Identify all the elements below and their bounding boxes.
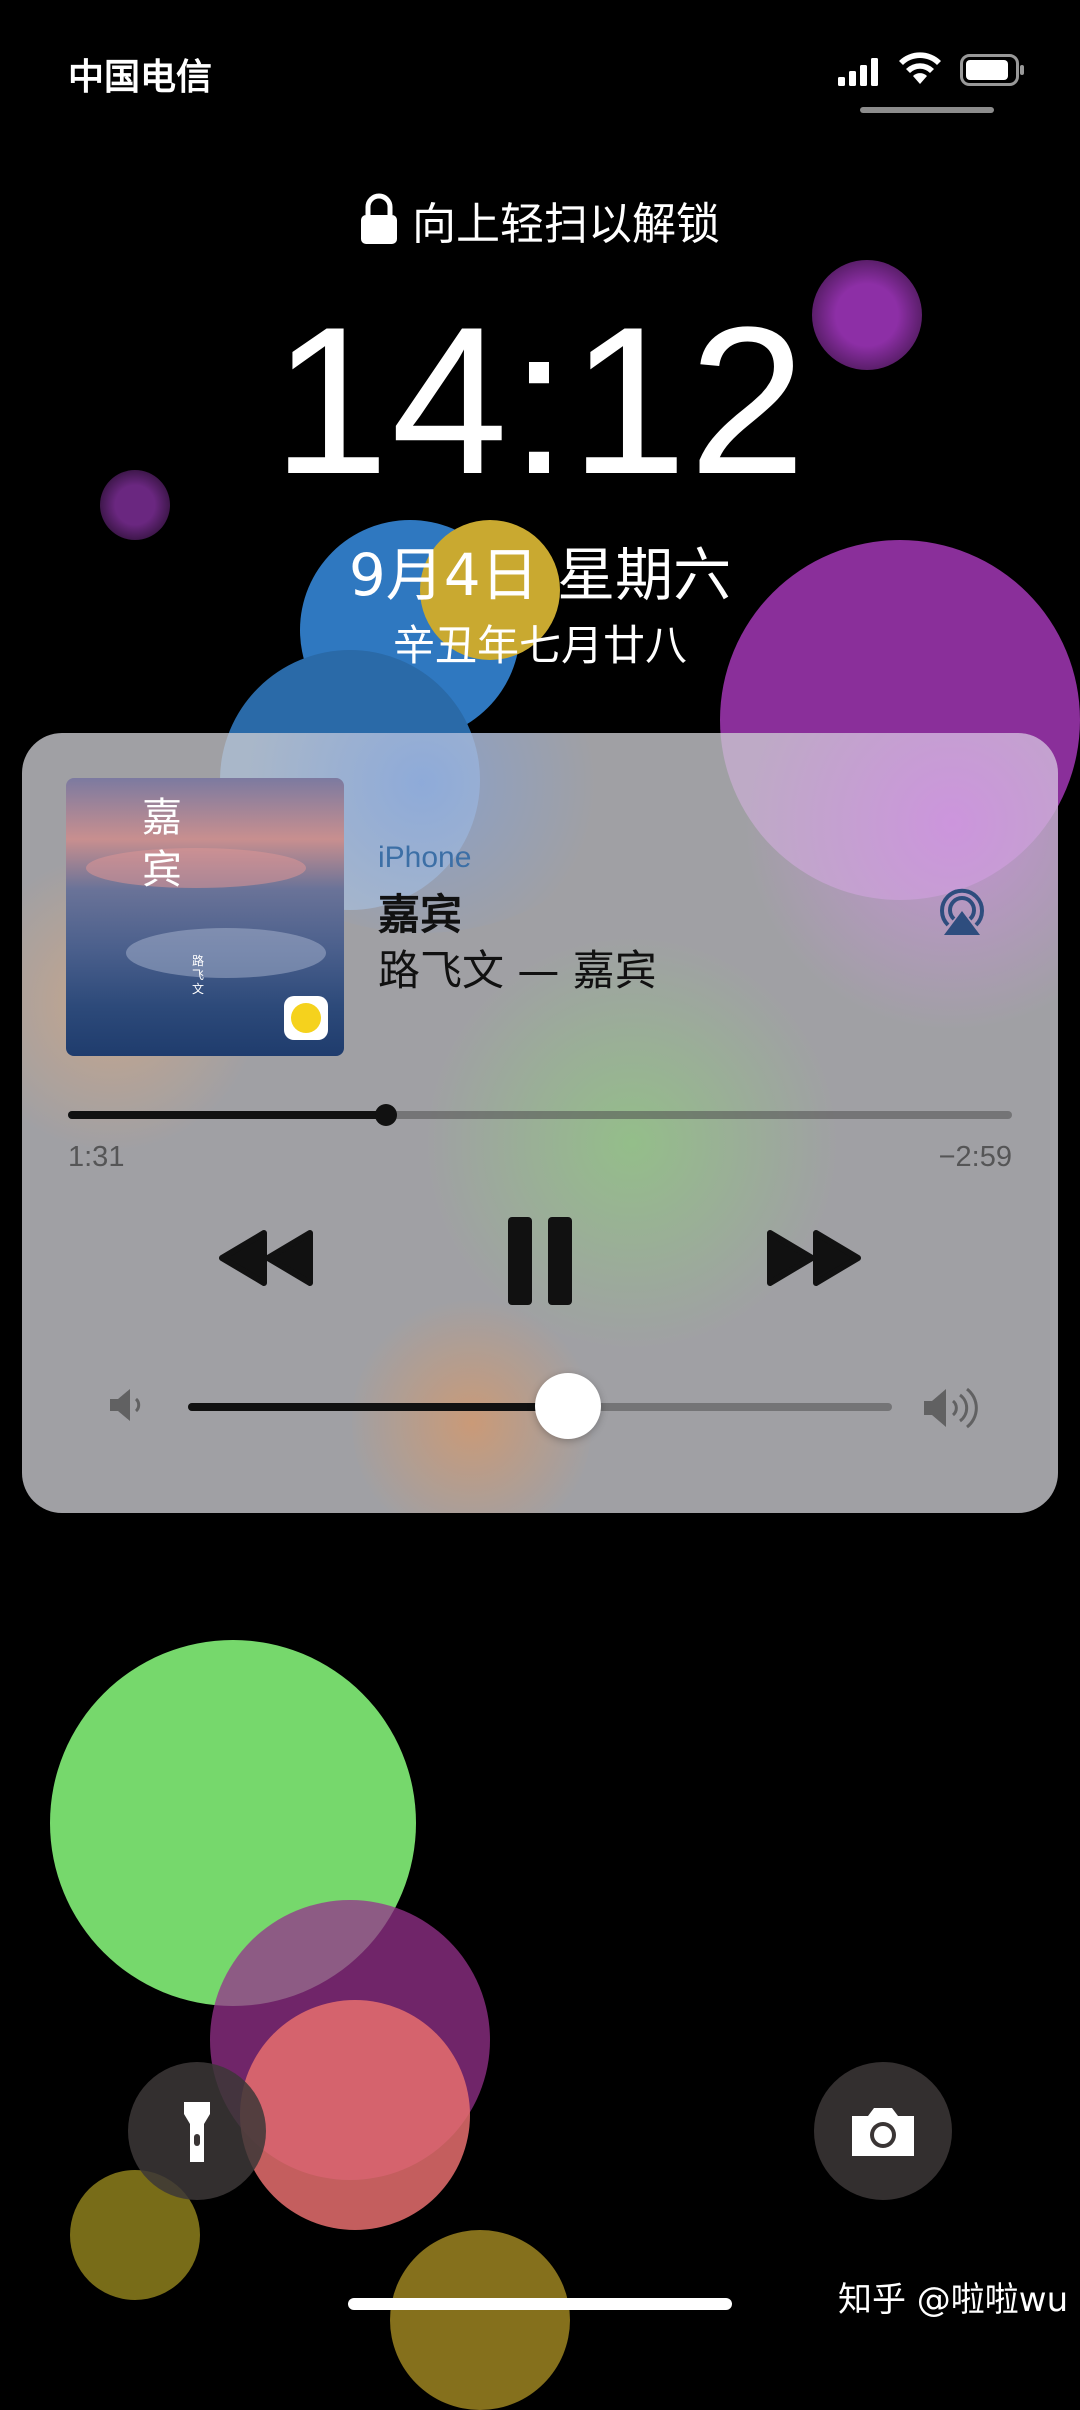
unlock-hint-text: 向上轻扫以解锁 — [412, 199, 720, 250]
album-art-cloud — [86, 848, 306, 888]
wifi-icon — [899, 52, 941, 84]
progress-knob[interactable] — [375, 1104, 398, 1126]
output-device-label: iPhone — [378, 841, 472, 874]
wallpaper-bubble — [390, 2230, 570, 2410]
progress-scrubber[interactable] — [68, 1104, 1012, 1126]
song-title: 嘉宾 — [378, 890, 463, 939]
flashlight-icon — [184, 2102, 210, 2162]
volume-high-icon — [924, 1387, 978, 1429]
album-art-title: 嘉宾 — [142, 795, 182, 893]
elapsed-time: 1:31 — [68, 1141, 125, 1173]
artist-album-label: 路飞文 — 嘉宾 — [378, 946, 657, 995]
lock-icon — [361, 193, 397, 244]
watermark: 知乎 @啦啦wu — [838, 2280, 1069, 2320]
rewind-icon[interactable] — [218, 1229, 316, 1287]
fast-forward-icon[interactable] — [764, 1229, 862, 1287]
album-art-artist: 路飞文 — [192, 954, 205, 996]
clock-time: 14:12 — [272, 283, 808, 518]
wallpaper-bubble — [240, 2000, 470, 2230]
battery-icon — [960, 54, 1024, 86]
now-playing-widget: 嘉宾 路飞文 iPhone 嘉宾 路飞文 — 嘉宾 1:31 −2:59 — [22, 733, 1058, 1513]
status-bar: 中国电信 — [0, 44, 1080, 104]
pause-icon[interactable] — [506, 1217, 574, 1305]
volume-slider[interactable] — [188, 1373, 892, 1439]
volume-low-icon — [110, 1389, 141, 1421]
camera-icon — [852, 2108, 914, 2156]
unlock-hint: 向上轻扫以解锁 — [0, 188, 1080, 252]
volume-knob[interactable] — [535, 1373, 602, 1439]
album-art-cloud — [126, 928, 326, 978]
signal-icon — [838, 58, 878, 86]
date-label: 9月4日 星期六 — [348, 541, 732, 609]
flashlight-button[interactable] — [128, 2062, 266, 2200]
camera-button[interactable] — [814, 2062, 952, 2200]
progress-fill — [68, 1111, 387, 1119]
home-indicator[interactable] — [348, 2298, 732, 2310]
control-center-grabber[interactable] — [860, 107, 994, 113]
airplay-icon[interactable] — [934, 885, 990, 937]
lunar-date-label: 辛丑年七月廿八 — [392, 621, 687, 670]
carrier-name: 中国电信 — [68, 57, 213, 98]
qq-music-icon[interactable] — [284, 996, 328, 1040]
remaining-time: −2:59 — [938, 1141, 1012, 1173]
volume-fill — [188, 1403, 569, 1411]
widget-glow — [742, 733, 1058, 1033]
album-art[interactable]: 嘉宾 路飞文 — [66, 778, 344, 1056]
